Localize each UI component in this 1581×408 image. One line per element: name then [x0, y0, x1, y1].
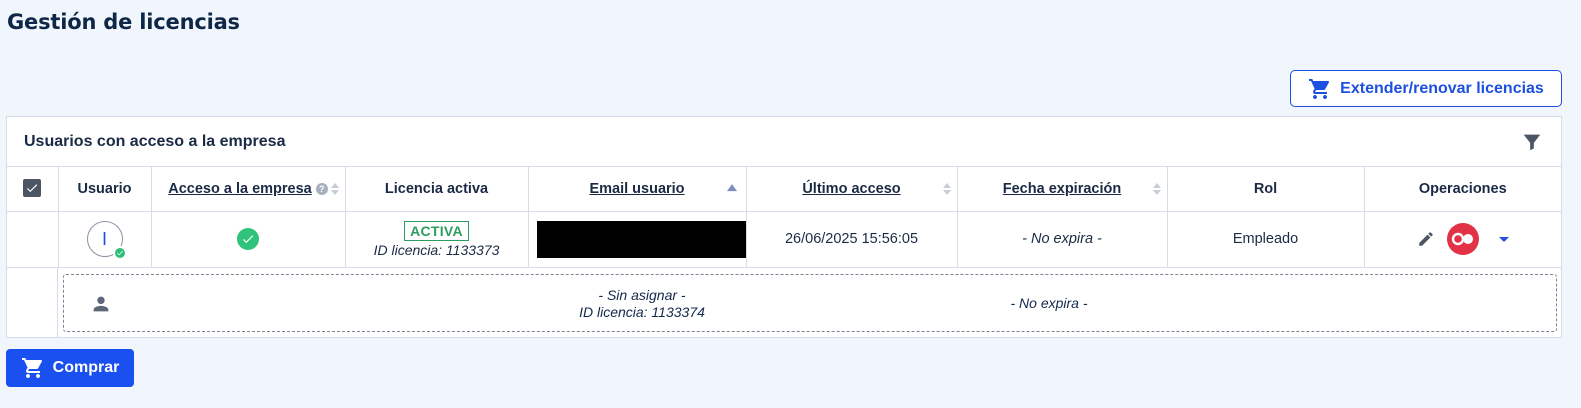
- company-access-cell: [151, 211, 346, 268]
- chevron-down-icon[interactable]: [1498, 236, 1509, 242]
- buy-label: Comprar: [52, 359, 120, 376]
- cart-icon: [21, 358, 42, 378]
- last-access-cell: 26/06/2025 15:56:05: [746, 211, 958, 268]
- column-header-user-label: Usuario: [77, 180, 132, 197]
- column-header-role-label: Rol: [1253, 180, 1278, 197]
- record-button[interactable]: [1446, 223, 1479, 255]
- operations-cell: [1364, 211, 1561, 268]
- unassigned-license-id: ID licencia: 1133374: [579, 303, 705, 320]
- email-cell: [528, 211, 747, 268]
- sort-arrows-icon[interactable]: [330, 182, 339, 195]
- license-status-badge: ACTIVA: [404, 220, 469, 241]
- row-select-cell: [7, 211, 59, 268]
- select-all-checkbox[interactable]: [23, 178, 42, 197]
- select-all-header: [7, 167, 59, 212]
- panel-title: Usuarios con acceso a la empresa: [24, 132, 286, 150]
- check-circle-icon: [237, 228, 259, 250]
- license-id: ID licencia: 1133373: [373, 241, 500, 258]
- users-panel: Usuarios con acceso a la empresa Usuario…: [6, 116, 1562, 338]
- online-check-icon: [112, 246, 127, 260]
- column-header-active-license: Licencia activa: [345, 167, 529, 212]
- column-header-company-access[interactable]: Acceso a la empresa?: [151, 167, 346, 212]
- unassigned-license-box[interactable]: - Sin asignar - ID licencia: 1133374 - N…: [63, 273, 1557, 332]
- column-header-email[interactable]: Email usuario: [528, 167, 747, 212]
- extend-renew-licenses-button[interactable]: Extender/renovar licencias: [1290, 70, 1562, 107]
- page-title: Gestión de licencias: [7, 10, 240, 34]
- user-icon: [93, 296, 109, 311]
- users-table: Usuario Acceso a la empresa? Licencia ac…: [7, 167, 1561, 268]
- avatar[interactable]: I: [86, 221, 127, 260]
- check-icon: [27, 184, 38, 192]
- column-header-email-label[interactable]: Email usuario: [589, 181, 684, 197]
- active-license-cell: ACTIVA ID licencia: 1133373: [345, 211, 529, 268]
- extend-renew-licenses-label: Extender/renovar licencias: [1340, 79, 1544, 97]
- column-header-expiry[interactable]: Fecha expiración: [957, 167, 1168, 212]
- unassigned-expiry: - No expira -: [1010, 294, 1088, 311]
- buy-button[interactable]: Comprar: [6, 349, 134, 387]
- sort-arrows-icon[interactable]: [942, 182, 951, 195]
- table-row: I ACTIVA ID licencia: 1133373 26/06/2025…: [7, 211, 1561, 268]
- column-header-company-access-label[interactable]: Acceso a la empresa: [168, 181, 311, 197]
- role-cell: Empleado: [1167, 211, 1365, 268]
- sort-ascending-icon[interactable]: [726, 183, 737, 191]
- column-header-operations: Operaciones: [1364, 167, 1561, 212]
- help-icon[interactable]: ?: [315, 182, 328, 195]
- unassigned-license-info: - Sin asignar - ID licencia: 1133374: [562, 287, 722, 321]
- user-cell: I: [58, 211, 152, 268]
- table-header-row: Usuario Acceso a la empresa? Licencia ac…: [7, 167, 1561, 212]
- column-header-active-license-label: Licencia activa: [384, 180, 489, 197]
- column-header-role: Rol: [1167, 167, 1365, 212]
- column-header-expiry-label[interactable]: Fecha expiración: [1003, 181, 1121, 197]
- filter-icon[interactable]: [1521, 130, 1543, 154]
- edit-icon[interactable]: [1417, 230, 1435, 248]
- cart-icon: [1309, 78, 1330, 99]
- redacted-email: [536, 220, 747, 258]
- row-gutter: [7, 267, 58, 338]
- column-header-user: Usuario: [58, 167, 152, 212]
- unassigned-license-row: - Sin asignar - ID licencia: 1133374 - N…: [7, 267, 1561, 338]
- record-icon: [1451, 232, 1473, 246]
- panel-header: Usuarios con acceso a la empresa: [7, 117, 1561, 167]
- column-header-last-access-label[interactable]: Último acceso: [802, 181, 900, 197]
- sort-arrows-icon[interactable]: [1152, 182, 1161, 195]
- expiry-cell: - No expira -: [957, 211, 1168, 268]
- column-header-operations-label: Operaciones: [1418, 180, 1507, 197]
- unassigned-status: - Sin asignar -: [598, 286, 686, 303]
- column-header-last-access[interactable]: Último acceso: [746, 167, 958, 212]
